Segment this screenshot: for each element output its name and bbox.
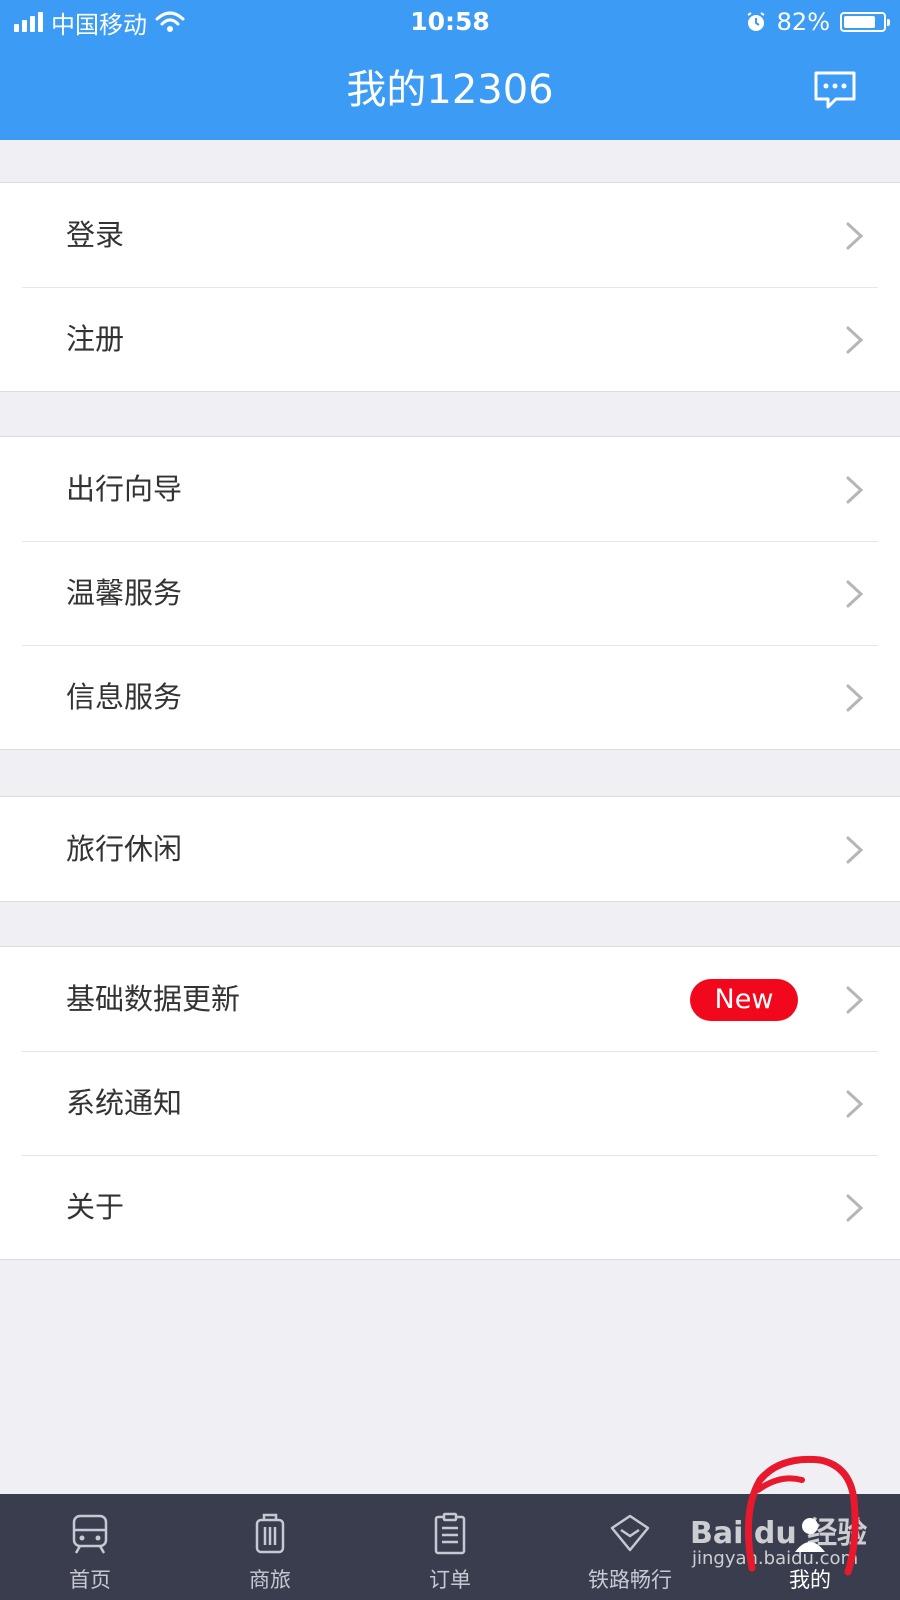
- red-circle-annotation: [744, 1455, 859, 1576]
- menu-group-services: 出行向导 温馨服务 信息服务: [0, 436, 900, 750]
- chevron-right-icon: [846, 1194, 864, 1222]
- tab-home[interactable]: 首页: [0, 1494, 180, 1600]
- menu-group-system: 基础数据更新 New 系统通知 关于: [0, 946, 900, 1260]
- alarm-icon: [747, 12, 765, 31]
- chevron-right-icon: [846, 222, 864, 250]
- clipboard-icon: [434, 1512, 466, 1555]
- nav-bar: 我的12306: [0, 44, 900, 140]
- menu-item-label: 基础数据更新: [66, 982, 241, 1016]
- menu-item-login[interactable]: 登录: [0, 183, 900, 287]
- menu-item-warm-service[interactable]: 温馨服务: [0, 541, 900, 645]
- menu-item-label: 登录: [66, 218, 125, 252]
- menu-item-system-notice[interactable]: 系统通知: [0, 1051, 900, 1155]
- screen: 中国移动 10:58 82% 我的12306 登录 注册 出行向导 温馨服务 信…: [0, 0, 900, 1600]
- chevron-right-icon: [846, 476, 864, 504]
- menu-item-label: 系统通知: [66, 1086, 183, 1120]
- menu-item-data-update[interactable]: 基础数据更新 New: [0, 947, 900, 1051]
- chevron-right-icon: [846, 986, 864, 1014]
- chat-bubble-icon[interactable]: [812, 70, 858, 112]
- menu-item-info-service[interactable]: 信息服务: [0, 645, 900, 749]
- status-bar: 中国移动 10:58 82%: [0, 0, 900, 44]
- menu-item-label: 出行向导: [66, 472, 183, 506]
- menu-group-leisure: 旅行休闲: [0, 796, 900, 902]
- tab-business[interactable]: 商旅: [180, 1494, 360, 1600]
- menu-item-about[interactable]: 关于: [0, 1155, 900, 1259]
- battery-percent: 82%: [776, 8, 830, 36]
- menu-group-account: 登录 注册: [0, 182, 900, 392]
- menu-item-travel-guide[interactable]: 出行向导: [0, 437, 900, 541]
- diamond-icon: [610, 1514, 650, 1552]
- menu-item-label: 信息服务: [66, 680, 183, 714]
- menu-item-label: 旅行休闲: [66, 832, 183, 866]
- menu-item-register[interactable]: 注册: [0, 287, 900, 391]
- train-icon: [72, 1514, 108, 1554]
- status-right: 82%: [745, 0, 890, 44]
- chevron-right-icon: [846, 580, 864, 608]
- tab-label: 订单: [429, 1568, 471, 1592]
- new-badge: New: [690, 979, 798, 1021]
- tab-orders[interactable]: 订单: [360, 1494, 540, 1600]
- chevron-right-icon: [846, 684, 864, 712]
- menu-item-label: 注册: [66, 322, 125, 356]
- chevron-right-icon: [846, 1090, 864, 1118]
- menu-item-label: 温馨服务: [66, 576, 183, 610]
- chevron-right-icon: [846, 836, 864, 864]
- tab-label: 商旅: [249, 1568, 291, 1592]
- tab-label: 首页: [69, 1568, 111, 1592]
- menu-item-label: 关于: [66, 1190, 125, 1224]
- luggage-icon: [255, 1513, 285, 1554]
- chevron-right-icon: [846, 326, 864, 354]
- battery-icon: [840, 12, 890, 32]
- page-title: 我的12306: [346, 67, 554, 113]
- menu-item-travel-leisure[interactable]: 旅行休闲: [0, 797, 900, 901]
